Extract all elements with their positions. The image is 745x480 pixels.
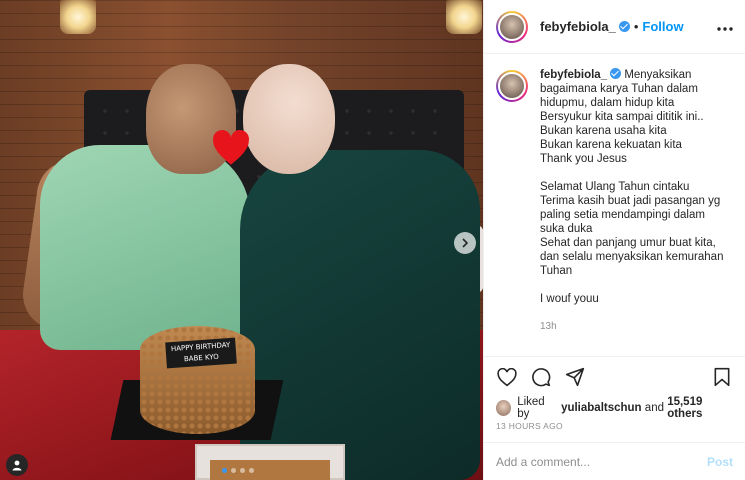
caption-line: Selamat Ulang Tahun cintaku <box>540 181 690 193</box>
follow-button[interactable]: Follow <box>642 19 683 34</box>
caption-timestamp: 13h <box>540 321 557 332</box>
caption-line: Sehat dan panjang umur buat kita, dan se… <box>540 237 724 277</box>
tagged-users-button[interactable] <box>6 454 28 476</box>
man-green-shirt <box>40 145 250 350</box>
likes-prefix: Liked by <box>517 396 545 420</box>
username-text[interactable]: febyfebiola_ <box>540 69 607 81</box>
avatar-image <box>498 12 526 41</box>
woman-head <box>243 64 335 174</box>
verified-badge-icon <box>618 21 630 32</box>
username-text[interactable]: febyfebiola_ <box>540 19 616 34</box>
carousel-next-button[interactable] <box>454 232 476 254</box>
avatar-image <box>498 72 526 100</box>
caption-line: Bukan karena usaha kita <box>540 125 667 137</box>
wall-lamp-right <box>446 0 482 34</box>
post-comment-button[interactable]: Post <box>707 455 733 469</box>
caption-avatar[interactable] <box>496 70 528 102</box>
save-bookmark-icon[interactable] <box>711 366 733 388</box>
user-tag-icon <box>12 460 22 471</box>
woman-pajamas <box>240 150 480 480</box>
carousel-dot <box>249 468 254 473</box>
caption-line: Bersyukur kita sampai dititik ini.. <box>540 111 704 123</box>
carousel-dot <box>240 468 245 473</box>
post-side-panel: febyfebiola_ • Follow febyfebiola_ Menya… <box>483 0 745 480</box>
post-photo[interactable]: HAPPY BIRTHDAY BABE KYO <box>0 0 483 480</box>
caption-line: Thank you Jesus <box>540 153 627 165</box>
comment-input[interactable] <box>496 454 707 469</box>
caption-line: Terima kasih buat jadi pasangan yg palin… <box>540 195 721 235</box>
verified-badge-icon <box>610 68 622 79</box>
caption-line: I wouf youu <box>540 293 599 305</box>
chevron-right-icon <box>462 238 469 248</box>
action-bar <box>496 364 733 390</box>
post-header: febyfebiola_ • Follow <box>484 0 745 54</box>
dot-separator: • <box>633 19 639 34</box>
likes-summary: Liked by yuliabaltschun and 15,519 other… <box>496 396 737 420</box>
caption-block: febyfebiola_ Menyaksikan bagaimana karya… <box>496 68 735 334</box>
wall-lamp-left <box>60 0 96 34</box>
divider <box>484 356 745 357</box>
comment-bar: Post <box>484 442 745 480</box>
share-paper-plane-icon[interactable] <box>564 366 586 388</box>
carousel-dot <box>231 468 236 473</box>
author-username[interactable]: febyfebiola_ <box>540 19 630 34</box>
cake-topper-text: HAPPY BIRTHDAY BABE KYO <box>165 337 237 369</box>
post-timestamp[interactable]: 13 HOURS AGO <box>496 421 563 431</box>
liker-avatar[interactable] <box>496 400 512 416</box>
carousel-dot <box>222 468 227 473</box>
caption-text: febyfebiola_ Menyaksikan bagaimana karya… <box>540 68 730 334</box>
author-avatar[interactable] <box>496 10 528 43</box>
more-options-icon[interactable] <box>717 18 733 36</box>
likes-count[interactable]: 15,519 others <box>667 396 737 420</box>
comment-bubble-icon[interactable] <box>530 366 552 388</box>
like-heart-icon[interactable] <box>496 366 518 388</box>
carousel-indicator <box>222 468 254 473</box>
heart-sticker-icon <box>213 130 249 165</box>
caption-username[interactable]: febyfebiola_ <box>540 68 622 81</box>
caption-line: Bukan karena kekuatan kita <box>540 139 682 151</box>
likes-joiner: and <box>644 402 664 414</box>
liker-username[interactable]: yuliabaltschun <box>561 402 642 414</box>
